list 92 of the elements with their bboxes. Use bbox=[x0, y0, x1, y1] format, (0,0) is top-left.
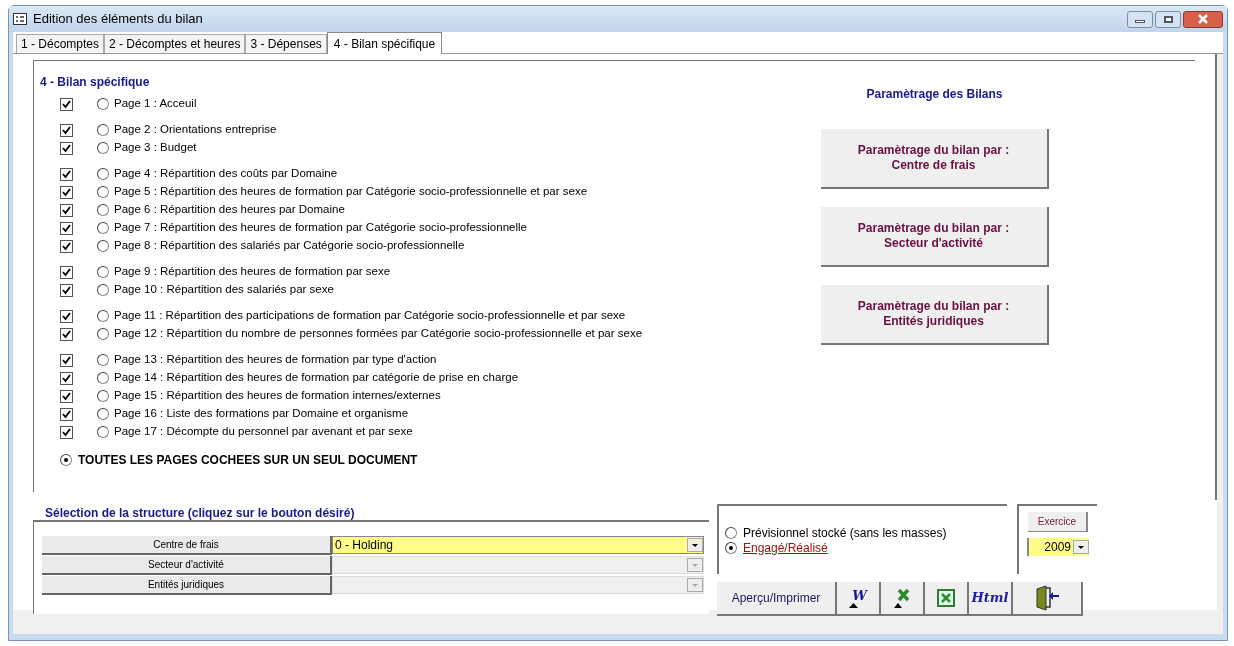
page-label: Page 4 : Répartition des coûts par Domaine bbox=[114, 166, 338, 182]
page-label: Page 5 : Répartition des heures de formation par Catégorie socio-professionnelle et par sexe bbox=[114, 184, 588, 200]
page-label: Page 6 : Répartition des heures par Domaine bbox=[114, 202, 345, 218]
tab[interactable]: 4 - Bilan spécifique bbox=[326, 32, 443, 54]
settings-button[interactable]: Paramètrage du bilan par : Centre de frais bbox=[820, 129, 1049, 189]
radio-button[interactable] bbox=[725, 526, 737, 539]
radio-button[interactable] bbox=[97, 168, 109, 180]
page-label: Page 10 : Répartition des salariés par sexe bbox=[114, 282, 334, 298]
mode-label: Prévisionnel stocké (sans les masses) bbox=[743, 524, 947, 542]
minimize-button[interactable] bbox=[1127, 10, 1153, 28]
mode-label: Engagé/Réalisé bbox=[743, 539, 828, 557]
page-label: Page 17 : Décompte du personnel par avenant et par sexe bbox=[114, 424, 413, 440]
structure-dropdown[interactable]: 0 - Holding bbox=[332, 536, 704, 554]
checkbox[interactable] bbox=[60, 239, 73, 253]
checkbox[interactable] bbox=[60, 265, 73, 279]
checkbox[interactable] bbox=[60, 353, 73, 367]
checkbox[interactable] bbox=[60, 123, 73, 137]
radio-button[interactable] bbox=[97, 372, 109, 384]
export-button[interactable] bbox=[925, 582, 969, 616]
checkbox[interactable] bbox=[60, 389, 73, 403]
page-label: Page 7 : Répartition des heures de formation par Catégorie socio-professionnelle bbox=[114, 220, 527, 236]
radio-button[interactable] bbox=[97, 390, 109, 402]
radio-button[interactable] bbox=[97, 328, 109, 340]
radio-button[interactable] bbox=[97, 186, 109, 198]
close-button[interactable] bbox=[1183, 10, 1223, 28]
checkbox[interactable] bbox=[60, 167, 73, 181]
exercise-button[interactable]: Exercice bbox=[1028, 512, 1088, 532]
tab[interactable]: 1 - Décomptes bbox=[16, 34, 105, 53]
structure-title: Sélection de la structure (cliquez sur le bouton désiré) bbox=[44, 505, 356, 520]
radio-button[interactable] bbox=[97, 408, 109, 420]
page-label: Page 1 : Acceuil bbox=[114, 96, 197, 112]
checkbox[interactable] bbox=[60, 283, 73, 297]
html-export-button[interactable]: Html bbox=[969, 582, 1013, 616]
checkbox[interactable] bbox=[60, 203, 73, 217]
word-letter: W bbox=[851, 588, 867, 603]
page-label: Page 14 : Répartition des heures de formation par catégorie de prise en charge bbox=[114, 370, 519, 386]
close-icon bbox=[1197, 14, 1209, 24]
section-title: 4 - Bilan spécifique bbox=[40, 74, 151, 91]
tab[interactable]: 3 - Dépenses bbox=[245, 34, 327, 53]
checkbox[interactable] bbox=[60, 221, 73, 235]
radio-button[interactable] bbox=[97, 204, 109, 216]
export-button[interactable] bbox=[881, 582, 925, 616]
checkbox[interactable] bbox=[60, 425, 73, 439]
structure-button[interactable]: Centre de frais bbox=[42, 536, 332, 555]
radio-button[interactable] bbox=[97, 354, 109, 366]
tab[interactable]: 2 - Décomptes et heures bbox=[104, 34, 246, 53]
minimize-icon bbox=[1135, 19, 1145, 23]
radio-button[interactable] bbox=[97, 284, 109, 296]
radio-button[interactable] bbox=[97, 124, 109, 136]
settings-title: Paramètrage des Bilans bbox=[866, 86, 1003, 103]
settings-button[interactable]: Paramètrage du bilan par : Entités juridiques bbox=[820, 285, 1049, 345]
page-label: Page 13 : Répartition des heures de formation par type d'action bbox=[114, 352, 437, 368]
radio-button[interactable] bbox=[97, 240, 109, 252]
spreadsheet-icon bbox=[937, 589, 955, 607]
radio-button[interactable] bbox=[97, 266, 109, 278]
radio-button[interactable] bbox=[97, 426, 109, 438]
radio-button[interactable] bbox=[60, 454, 72, 466]
settings-button[interactable]: Paramètrage du bilan par : Secteur d'activité bbox=[820, 207, 1049, 267]
checkbox[interactable] bbox=[60, 97, 73, 111]
form-icon bbox=[13, 13, 27, 25]
window-title: Edition des éléments du bilan bbox=[33, 10, 203, 29]
dropdown-value: 2009 bbox=[1043, 539, 1072, 556]
page-label: Page 12 : Répartition du nombre de personnes formées par Catégorie socio-professionnelle et par sexe bbox=[114, 326, 643, 342]
radio-button[interactable] bbox=[97, 222, 109, 234]
exit-door-icon bbox=[1034, 585, 1060, 611]
restore-button[interactable] bbox=[1155, 10, 1181, 28]
caret-icon bbox=[849, 602, 859, 608]
checkbox[interactable] bbox=[60, 185, 73, 199]
page-label: Page 9 : Répartition des heures de formation par sexe bbox=[114, 264, 391, 280]
restore-icon bbox=[1163, 15, 1173, 23]
checkbox[interactable] bbox=[60, 141, 73, 155]
dropdown-value: 0 - Holding bbox=[334, 537, 395, 554]
page-label: Page 16 : Liste des formations par Domaine et organisme bbox=[114, 406, 409, 422]
page-label: Page 2 : Orientations entreprise bbox=[114, 122, 277, 138]
page-label: Page 15 : Répartition des heures de formation internes/externes bbox=[114, 388, 441, 404]
checkbox[interactable] bbox=[60, 309, 73, 323]
radio-button[interactable] bbox=[97, 142, 109, 154]
all-pages-label: TOUTES LES PAGES COCHEES SUR UN SEUL DOCUMENT bbox=[78, 452, 418, 469]
page-label: Page 8 : Répartition des salariés par Catégorie socio-professionnelle bbox=[114, 238, 465, 254]
checkbox[interactable] bbox=[60, 407, 73, 421]
print-preview-button[interactable]: Aperçu/Imprimer bbox=[717, 582, 837, 616]
radio-button[interactable] bbox=[97, 310, 109, 322]
checkbox[interactable] bbox=[60, 327, 73, 341]
excel-export-icon bbox=[893, 587, 911, 609]
radio-button[interactable] bbox=[725, 541, 737, 554]
export-button[interactable]: W bbox=[837, 582, 881, 616]
checkbox[interactable] bbox=[60, 371, 73, 385]
radio-button[interactable] bbox=[97, 98, 109, 110]
page-label: Page 11 : Répartition des participations de formation par Catégorie socio-professionnelle et par sexe bbox=[114, 308, 626, 324]
page-label: Page 3 : Budget bbox=[114, 140, 197, 156]
exercise-dropdown[interactable]: 2009 bbox=[1027, 538, 1089, 556]
exit-button[interactable] bbox=[1013, 582, 1083, 616]
